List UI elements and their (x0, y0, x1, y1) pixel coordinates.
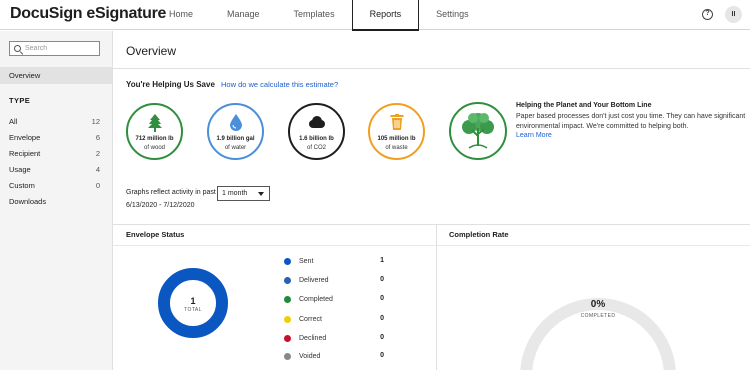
nav-tab-settings[interactable]: Settings (419, 0, 486, 30)
legend-value: 0 (380, 295, 384, 302)
legend-value: 0 (380, 352, 384, 359)
savings-unit: of waste (385, 145, 408, 151)
savings-value: 712 million lb (135, 136, 174, 142)
savings-unit: of wood (143, 145, 165, 151)
sidebar-item-count: 4 (95, 165, 100, 174)
sidebar-item-recipient[interactable]: Recipient 2 (9, 149, 100, 158)
caret-down-icon (258, 192, 264, 196)
docusign-logo[interactable]: DocuSign eSignature (10, 5, 166, 23)
legend-value: 0 (380, 276, 384, 283)
legend-label: Declined (299, 335, 327, 342)
savings-waste: 105 million lb of waste (368, 103, 425, 160)
tree-icon (147, 114, 162, 132)
search-input[interactable] (25, 43, 97, 54)
sidebar-item-label: All (9, 117, 18, 126)
estimate-link[interactable]: How do we calculate this estimate? (221, 80, 338, 89)
savings-unit: of water (224, 145, 247, 151)
question-circle-icon[interactable]: ? (702, 9, 713, 20)
legend-dot (284, 335, 291, 342)
page-title: Overview (126, 44, 177, 58)
cloud-icon (308, 116, 325, 128)
sidebar-item-overview[interactable]: Overview (0, 67, 112, 84)
savings-heading: You're Helping Us Save (126, 80, 215, 89)
legend-item-sent: Sent 1 (284, 257, 384, 269)
legend-item-completed: Completed 0 (284, 295, 384, 307)
legend-label: Sent (299, 258, 314, 265)
completion-percent: 0% (590, 299, 606, 310)
envelope-status-heading: Envelope Status (126, 230, 185, 239)
legend-dot (284, 258, 291, 265)
legend-dot (284, 353, 291, 360)
period-select-value: 1 month (222, 190, 248, 197)
legend-item-delivered: Delivered 0 (284, 276, 384, 288)
search-box[interactable] (9, 41, 100, 56)
sidebar-item-usage[interactable]: Usage 4 (9, 165, 100, 174)
search-icon (14, 45, 21, 52)
sidebar-item-count: 12 (91, 117, 100, 126)
trash-icon (390, 114, 403, 130)
period-select[interactable]: 1 month (217, 186, 270, 201)
donut-total-label: TOTAL (184, 307, 202, 313)
tree-illustration-icon (462, 113, 494, 149)
main-content: Overview You're Helping Us Save How do w… (113, 31, 750, 370)
sidebar-item-count: 2 (95, 149, 100, 158)
planet-tree-illustration (449, 102, 507, 160)
sidebar-item-label: Usage (9, 165, 31, 174)
sidebar-item-all[interactable]: All 12 (9, 117, 100, 126)
graphs-period-label: Graphs reflect activity in past (126, 189, 216, 196)
main-nav: Home Manage Templates Reports Settings (152, 0, 486, 31)
sidebar-item-count: 0 (95, 181, 100, 190)
nav-tab-reports[interactable]: Reports (351, 0, 420, 31)
sidebar-item-label: Envelope (9, 133, 41, 142)
legend-value: 0 (380, 315, 384, 322)
legend-label: Delivered (299, 277, 329, 284)
savings-wood: 712 million lb of wood (126, 103, 183, 160)
legend-item-declined: Declined 0 (284, 334, 384, 346)
sidebar-item-custom[interactable]: Custom 0 (9, 181, 100, 190)
donut-total-value: 1 (190, 296, 196, 306)
savings-value: 105 million lb (377, 136, 416, 142)
sidebar-item-count: 6 (95, 133, 100, 142)
legend-dot (284, 296, 291, 303)
legend-value: 0 (380, 334, 384, 341)
divider (113, 245, 750, 246)
legend-item-voided: Voided 0 (284, 352, 384, 364)
savings-co2: 1.6 billion lb of CO2 (288, 103, 345, 160)
sidebar: Overview TYPE All 12 Envelope 6 Recipien… (0, 31, 113, 370)
divider (113, 68, 750, 69)
nav-tab-templates[interactable]: Templates (277, 0, 352, 30)
sidebar-type-heading: TYPE (9, 96, 31, 105)
water-drop-icon (229, 114, 242, 131)
sidebar-item-label: Custom (9, 181, 35, 190)
legend-label: Completed (299, 296, 333, 303)
completion-label: COMPLETED (580, 313, 616, 319)
nav-tab-manage[interactable]: Manage (210, 0, 277, 30)
legend-label: Correct (299, 316, 322, 323)
planet-title: Helping the Planet and Your Bottom Line (516, 102, 652, 109)
sidebar-item-label: Recipient (9, 149, 41, 158)
divider (113, 224, 750, 225)
legend-dot (284, 277, 291, 284)
planet-text: Paper based processes don't just cost yo… (516, 112, 748, 141)
legend-value: 1 (380, 257, 384, 264)
nav-tab-home[interactable]: Home (152, 0, 210, 30)
top-bar: DocuSign eSignature Home Manage Template… (0, 0, 750, 31)
date-range: 6/13/2020 - 7/12/2020 (126, 202, 195, 209)
savings-water: 1.9 billion gal of water (207, 103, 264, 160)
planet-description: Paper based processes don't just cost yo… (516, 113, 746, 130)
sidebar-item-envelope[interactable]: Envelope 6 (9, 133, 100, 142)
learn-more-link[interactable]: Learn More (516, 132, 552, 139)
legend-dot (284, 316, 291, 323)
savings-value: 1.6 billion lb (299, 136, 334, 142)
sidebar-item-downloads[interactable]: Downloads (9, 197, 100, 206)
avatar[interactable]: II (725, 6, 742, 23)
sidebar-item-label: Downloads (9, 197, 47, 206)
savings-unit: of CO2 (306, 145, 326, 151)
completion-rate-heading: Completion Rate (449, 230, 509, 239)
legend-item-correct: Correct 0 (284, 315, 384, 327)
savings-value: 1.9 billion gal (216, 136, 255, 142)
legend-label: Voided (299, 353, 321, 360)
